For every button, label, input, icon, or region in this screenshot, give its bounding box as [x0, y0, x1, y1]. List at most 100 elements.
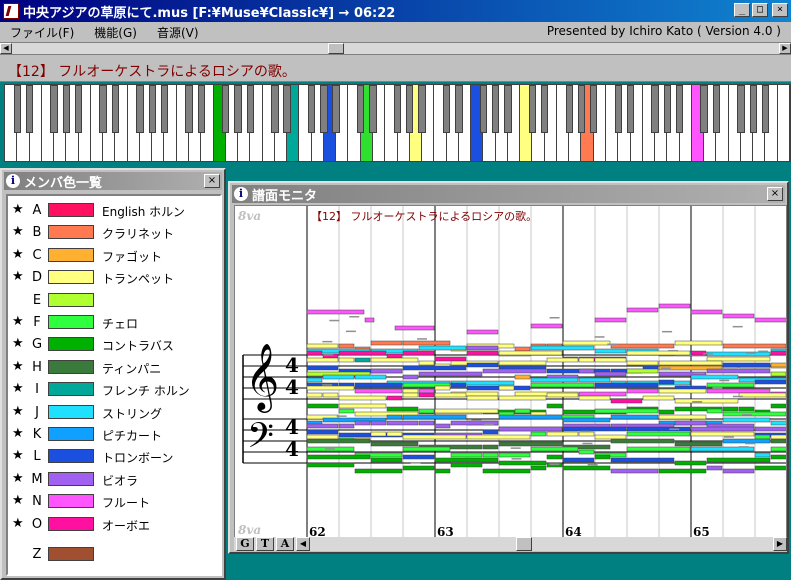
- note-bar: [578, 368, 595, 374]
- member-color-swatch[interactable]: [48, 292, 94, 307]
- note-bar: [546, 454, 563, 460]
- member-window-title-bar[interactable]: i メンバ色一覧 ×: [4, 172, 222, 191]
- member-color-swatch[interactable]: [48, 203, 94, 217]
- member-instrument: ファゴット: [102, 249, 163, 264]
- note-bar: [594, 454, 611, 460]
- member-row[interactable]: ★ B クラリネット: [8, 222, 218, 242]
- note-bar: [338, 403, 387, 409]
- scroll-left-arrow-icon[interactable]: ◀: [0, 43, 12, 54]
- star-icon[interactable]: ★: [12, 426, 24, 441]
- member-row[interactable]: ★ G コントラバス: [8, 334, 218, 354]
- member-color-swatch[interactable]: [48, 315, 94, 329]
- t-button[interactable]: T: [256, 537, 274, 551]
- member-row[interactable]: ★ A English ホルン: [8, 200, 218, 220]
- star-icon[interactable]: ★: [12, 269, 24, 284]
- note-bar: [402, 365, 467, 371]
- scroll-right-arrow-icon[interactable]: ▶: [779, 43, 791, 54]
- star-icon[interactable]: ★: [12, 404, 24, 419]
- member-letter: E: [32, 292, 42, 308]
- piano-black-key: [737, 85, 745, 133]
- star-icon[interactable]: ★: [12, 247, 24, 262]
- star-icon[interactable]: ★: [12, 336, 24, 351]
- member-row[interactable]: ★ M ビオラ: [8, 469, 218, 489]
- star-icon[interactable]: ★: [12, 471, 24, 486]
- member-color-swatch[interactable]: [48, 516, 94, 531]
- member-row[interactable]: E: [8, 290, 218, 310]
- star-icon[interactable]: ★: [12, 314, 24, 329]
- caption-buttons: _ □ ×: [734, 3, 788, 17]
- menu-sound-source[interactable]: 音源(V): [147, 24, 209, 41]
- note-bar: [498, 395, 547, 401]
- member-row[interactable]: ★ D トランペット: [8, 267, 218, 287]
- note-bar: [722, 411, 786, 417]
- menu-file[interactable]: ファイル(F): [0, 24, 84, 41]
- star-icon[interactable]: ★: [12, 381, 24, 396]
- star-icon[interactable]: ★: [12, 359, 24, 374]
- member-letter: I: [35, 382, 39, 398]
- note-bar: [434, 423, 451, 429]
- member-color-swatch[interactable]: [48, 547, 94, 561]
- note-bar: [450, 462, 483, 468]
- note-bar: [722, 406, 739, 412]
- piano-black-key: [25, 85, 34, 133]
- member-row[interactable]: ★ K ピチカート: [8, 424, 218, 444]
- member-row[interactable]: ★ F チェロ: [8, 312, 218, 332]
- score-window-title-bar[interactable]: i 譜面モニタ ×: [232, 185, 785, 204]
- member-color-swatch[interactable]: [48, 404, 94, 419]
- score-scroll-right-icon[interactable]: ▶: [773, 537, 787, 551]
- star-icon[interactable]: ★: [12, 448, 24, 463]
- member-color-swatch[interactable]: [48, 471, 94, 486]
- piano-black-key: [651, 85, 659, 133]
- member-instrument: フレンチ ホルン: [102, 384, 190, 399]
- member-color-swatch[interactable]: [48, 225, 94, 240]
- piano-black-key: [528, 85, 537, 133]
- member-color-swatch[interactable]: [48, 427, 94, 441]
- menu-function[interactable]: 機能(G): [84, 24, 147, 41]
- star-icon[interactable]: ★: [12, 202, 24, 217]
- app-icon[interactable]: [3, 3, 19, 19]
- member-instrument: ティンパニ: [102, 361, 162, 376]
- note-bar: [578, 395, 611, 401]
- member-row[interactable]: ★ J ストリング: [8, 402, 218, 422]
- member-row[interactable]: ★ O オーボエ: [8, 514, 218, 534]
- note-bar: [338, 343, 355, 349]
- member-color-swatch[interactable]: [48, 449, 94, 464]
- position-scrollbar[interactable]: ◀ ▶: [0, 42, 791, 54]
- note-bar: [466, 350, 499, 356]
- member-row[interactable]: ★ H ティンパニ: [8, 357, 218, 377]
- close-button[interactable]: ×: [772, 3, 788, 17]
- note-bar: [674, 340, 723, 346]
- score-scroll-thumb[interactable]: [516, 537, 532, 551]
- member-color-swatch[interactable]: [48, 247, 94, 262]
- member-row[interactable]: ★ L トロンボーン: [8, 446, 218, 466]
- member-color-swatch[interactable]: [48, 494, 94, 509]
- member-row[interactable]: Z: [8, 544, 218, 564]
- piano-black-key: [74, 85, 83, 133]
- member-color-swatch[interactable]: [48, 382, 94, 397]
- member-color-swatch[interactable]: [48, 359, 94, 374]
- member-window-close-button[interactable]: ×: [204, 174, 220, 188]
- star-icon[interactable]: ★: [12, 516, 24, 531]
- member-color-swatch[interactable]: [48, 270, 94, 285]
- member-color-swatch[interactable]: [48, 337, 94, 352]
- member-row[interactable]: ★ C ファゴット: [8, 245, 218, 265]
- minimize-button[interactable]: _: [734, 3, 750, 17]
- note-bar: [546, 357, 579, 363]
- note-bar: [658, 379, 675, 385]
- note-bar: [754, 317, 786, 323]
- star-icon[interactable]: ★: [12, 493, 24, 508]
- member-row[interactable]: ★ I フレンチ ホルン: [8, 379, 218, 399]
- maximize-button[interactable]: □: [752, 3, 768, 17]
- note-bar: [402, 454, 435, 460]
- a-button[interactable]: A: [276, 537, 294, 551]
- note-bar: [402, 388, 419, 394]
- score-scroll-left-icon[interactable]: ◀: [296, 537, 310, 551]
- title-bar: 中央アジアの草原にて.mus [F:¥Muse¥Classic¥] → 06:2…: [0, 0, 791, 22]
- note-bar: [626, 426, 691, 432]
- score-window-close-button[interactable]: ×: [767, 187, 783, 201]
- star-icon[interactable]: ★: [12, 224, 24, 239]
- member-row[interactable]: ★ N フルート: [8, 491, 218, 511]
- g-button[interactable]: G: [236, 537, 254, 551]
- scrollbar-thumb[interactable]: [328, 43, 344, 54]
- piano-black-key: [406, 85, 414, 133]
